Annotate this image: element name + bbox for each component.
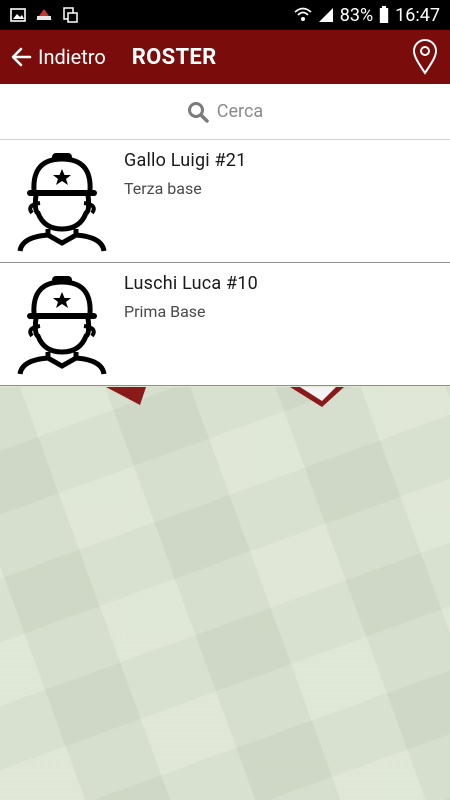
page-title: ROSTER — [131, 44, 217, 70]
roster-list: Gallo Luigi #21 Terza base Luschi Luca #… — [0, 140, 450, 386]
status-notifications — [10, 7, 78, 23]
avatar — [0, 263, 124, 385]
app-header: Indietro ROSTER — [0, 30, 450, 84]
search-bar[interactable]: Cerca — [0, 84, 450, 140]
background-field-image — [0, 387, 450, 800]
app-notification-icon — [34, 7, 54, 23]
list-item[interactable]: Gallo Luigi #21 Terza base — [0, 140, 450, 263]
search-icon — [187, 101, 209, 123]
arrow-left-icon — [10, 46, 32, 68]
logo-fragment — [106, 387, 344, 407]
status-system: 83% 16:47 — [294, 5, 440, 26]
signal-icon — [318, 7, 334, 23]
location-button[interactable] — [412, 39, 438, 75]
clock: 16:47 — [395, 4, 440, 26]
avatar — [0, 140, 124, 262]
player-avatar-icon — [17, 276, 107, 375]
battery-icon — [379, 6, 389, 24]
player-name: Gallo Luigi #21 — [124, 150, 247, 171]
back-label: Indietro — [38, 45, 106, 69]
image-notification-icon — [10, 7, 26, 23]
battery-percent: 83% — [339, 4, 374, 26]
player-name: Luschi Luca #10 — [124, 273, 258, 294]
list-item[interactable]: Luschi Luca #10 Prima Base — [0, 263, 450, 386]
wifi-icon — [294, 7, 312, 23]
screenshot-notification-icon — [62, 7, 78, 23]
back-button[interactable]: Indietro — [0, 45, 106, 69]
status-bar: 83% 16:47 — [0, 0, 450, 30]
player-role: Prima Base — [124, 302, 206, 321]
search-placeholder: Cerca — [216, 101, 264, 122]
map-pin-icon — [412, 39, 438, 75]
player-avatar-icon — [17, 153, 107, 252]
player-role: Terza base — [124, 179, 202, 198]
